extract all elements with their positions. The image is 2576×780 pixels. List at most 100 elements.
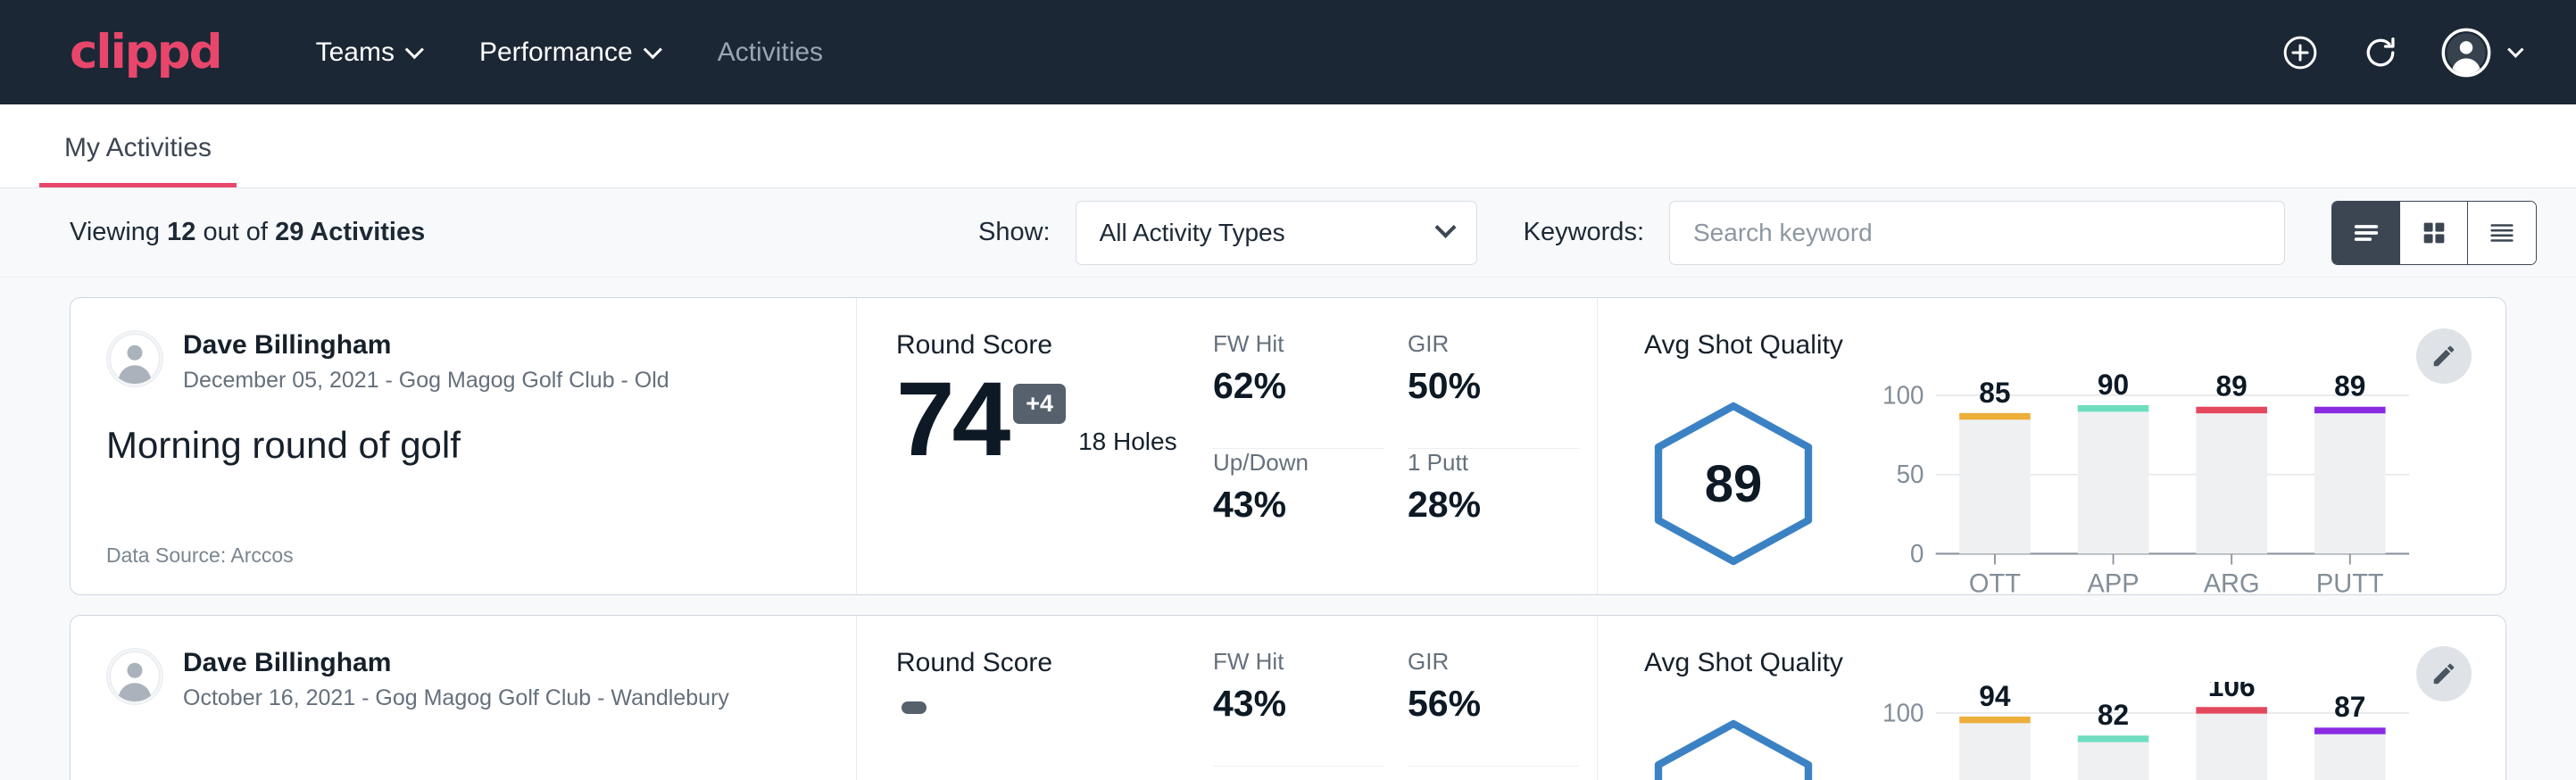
holes-played: 18 Holes [1078,427,1177,456]
edit-pencil-icon [2431,660,2457,687]
clippd-logo[interactable]: clippd [70,29,221,76]
activity-title: Morning round of golf [106,424,820,467]
stat-1-putt [1408,767,1579,780]
stat-label: 1 Putt [1408,449,1556,477]
keywords-label: Keywords: [1524,218,1644,247]
stat-label: GIR [1408,330,1556,358]
round-score-value-row: 74 +4 18 Holes [896,371,1213,469]
stat-label: GIR [1408,648,1556,676]
main-nav: Teams Performance Activities [286,29,853,77]
player-row: Dave Billingham December 05, 2021 - Gog … [106,330,820,394]
tab-my-activities-label: My Activities [64,133,212,162]
stat-value: 43% [1213,484,1361,526]
avg-shot-quality-body: 89 05010085OTT90APP89ARG89PUTT [1644,364,2416,595]
svg-text:89: 89 [2216,369,2248,402]
stat-value: 28% [1408,484,1556,526]
avg-shot-quality-section: Avg Shot Quality 05010094OTT82APP106ARG8… [1597,616,2505,780]
stat-up-down [1213,767,1384,780]
svg-text:0: 0 [1910,540,1924,568]
avatar [106,648,163,705]
player-meta: Dave Billingham October 16, 2021 - Gog M… [183,648,729,711]
activity-card-list[interactable]: Dave Billingham December 05, 2021 - Gog … [0,278,2576,780]
view-mode-toggle [2331,201,2537,265]
svg-text:87: 87 [2334,691,2365,723]
shot-quality-hexagon [1644,717,1823,780]
account-avatar-icon [2441,28,2491,78]
activity-card[interactable]: Dave Billingham October 16, 2021 - Gog M… [70,615,2506,780]
avatar [106,330,163,387]
nav-item-activities[interactable]: Activities [687,29,853,77]
player-meta: Dave Billingham December 05, 2021 - Gog … [183,330,669,394]
top-navigation-bar: clippd Teams Performance Activities [0,0,2576,104]
round-score-section: Round Score 74 +4 18 Holes [856,298,1213,594]
svg-text:50: 50 [1897,461,1924,488]
chevron-down-icon [1434,217,1456,238]
svg-text:106: 106 [2208,682,2256,702]
activity-date-venue: December 05, 2021 - Gog Magog Golf Club … [183,368,669,394]
nav-item-performance[interactable]: Performance [449,29,687,77]
svg-text:94: 94 [1979,682,2010,712]
compact-view-button[interactable] [2468,202,2536,264]
activity-date-venue: October 16, 2021 - Gog Magog Golf Club -… [183,685,729,711]
stat-fw-hit: FW Hit 43% [1213,648,1384,767]
shot-quality-chart: 05010085OTT90APP89ARG89PUTT [1874,364,2416,595]
avg-shot-quality-section: Avg Shot Quality 89 05010085OTT90APP89AR… [1597,298,2505,594]
stat-gir: GIR 56% [1408,648,1579,767]
edit-activity-button[interactable] [2416,646,2472,701]
nav-item-activities-label: Activities [718,37,823,68]
round-score-label: Round Score [896,330,1213,361]
filter-bar: Viewing 12 out of 29 Activities Show: Al… [0,188,2576,278]
svg-text:OTT: OTT [1969,568,2021,595]
viewing-total: 29 Activities [275,218,425,246]
round-stats-grid: FW Hit 62% GIR 50% Up/Down 43% 1 Putt 28… [1213,298,1597,594]
refresh-icon[interactable] [2361,33,2400,72]
chevron-down-icon [2507,41,2523,57]
stat-value: 56% [1408,683,1556,725]
show-label: Show: [978,218,1051,247]
svg-text:PUTT: PUTT [2316,568,2384,595]
stat-label: FW Hit [1213,330,1361,358]
data-source: Data Source: Arccos [106,544,820,568]
round-stats-grid: FW Hit 43% GIR 56% [1213,616,1597,780]
svg-text:100: 100 [1882,699,1924,726]
stat-fw-hit: FW Hit 62% [1213,330,1384,449]
svg-text:APP: APP [2088,568,2140,595]
round-score-value-row [896,689,1213,714]
stat-label: FW Hit [1213,648,1361,676]
add-circle-icon[interactable] [2281,33,2320,72]
account-menu[interactable] [2441,28,2519,78]
edit-activity-button[interactable] [2416,328,2472,384]
list-view-button[interactable] [2332,202,2400,264]
shot-quality-chart: 05010094OTT82APP106ARG87PUTT [1874,682,2416,780]
search-input[interactable] [1669,201,2285,265]
stat-up-down: Up/Down 43% [1213,449,1384,568]
player-name: Dave Billingham [183,330,669,361]
stat-value: 43% [1213,683,1361,725]
player-name: Dave Billingham [183,648,729,679]
svg-text:ARG: ARG [2204,568,2260,595]
header-actions [2281,28,2537,78]
activity-identity: Dave Billingham October 16, 2021 - Gog M… [71,616,856,780]
svg-text:85: 85 [1979,376,2010,408]
tab-my-activities[interactable]: My Activities [39,133,237,187]
viewing-middle: out of [203,218,268,246]
viewing-prefix: Viewing [70,218,160,246]
edit-pencil-icon [2431,343,2457,369]
shot-quality-hexagon: 89 [1644,399,1823,568]
grid-view-button[interactable] [2400,202,2468,264]
activity-card[interactable]: Dave Billingham December 05, 2021 - Gog … [70,297,2506,595]
viewing-count: 12 [167,218,195,246]
stat-1-putt: 1 Putt 28% [1408,449,1579,568]
shot-quality-value [1644,717,1823,780]
tab-strip: My Activities [0,104,2576,188]
stat-value: 50% [1408,365,1556,407]
chevron-down-icon [405,40,424,59]
shot-quality-value: 89 [1644,399,1823,568]
score-to-par-badge: +4 [1013,384,1066,424]
nav-item-performance-label: Performance [479,37,633,68]
nav-item-teams[interactable]: Teams [286,29,449,77]
activity-type-select[interactable]: All Activity Types [1076,201,1477,265]
chevron-down-icon [643,40,661,59]
viewing-count-text: Viewing 12 out of 29 Activities [70,218,425,247]
nav-item-teams-label: Teams [316,37,395,68]
